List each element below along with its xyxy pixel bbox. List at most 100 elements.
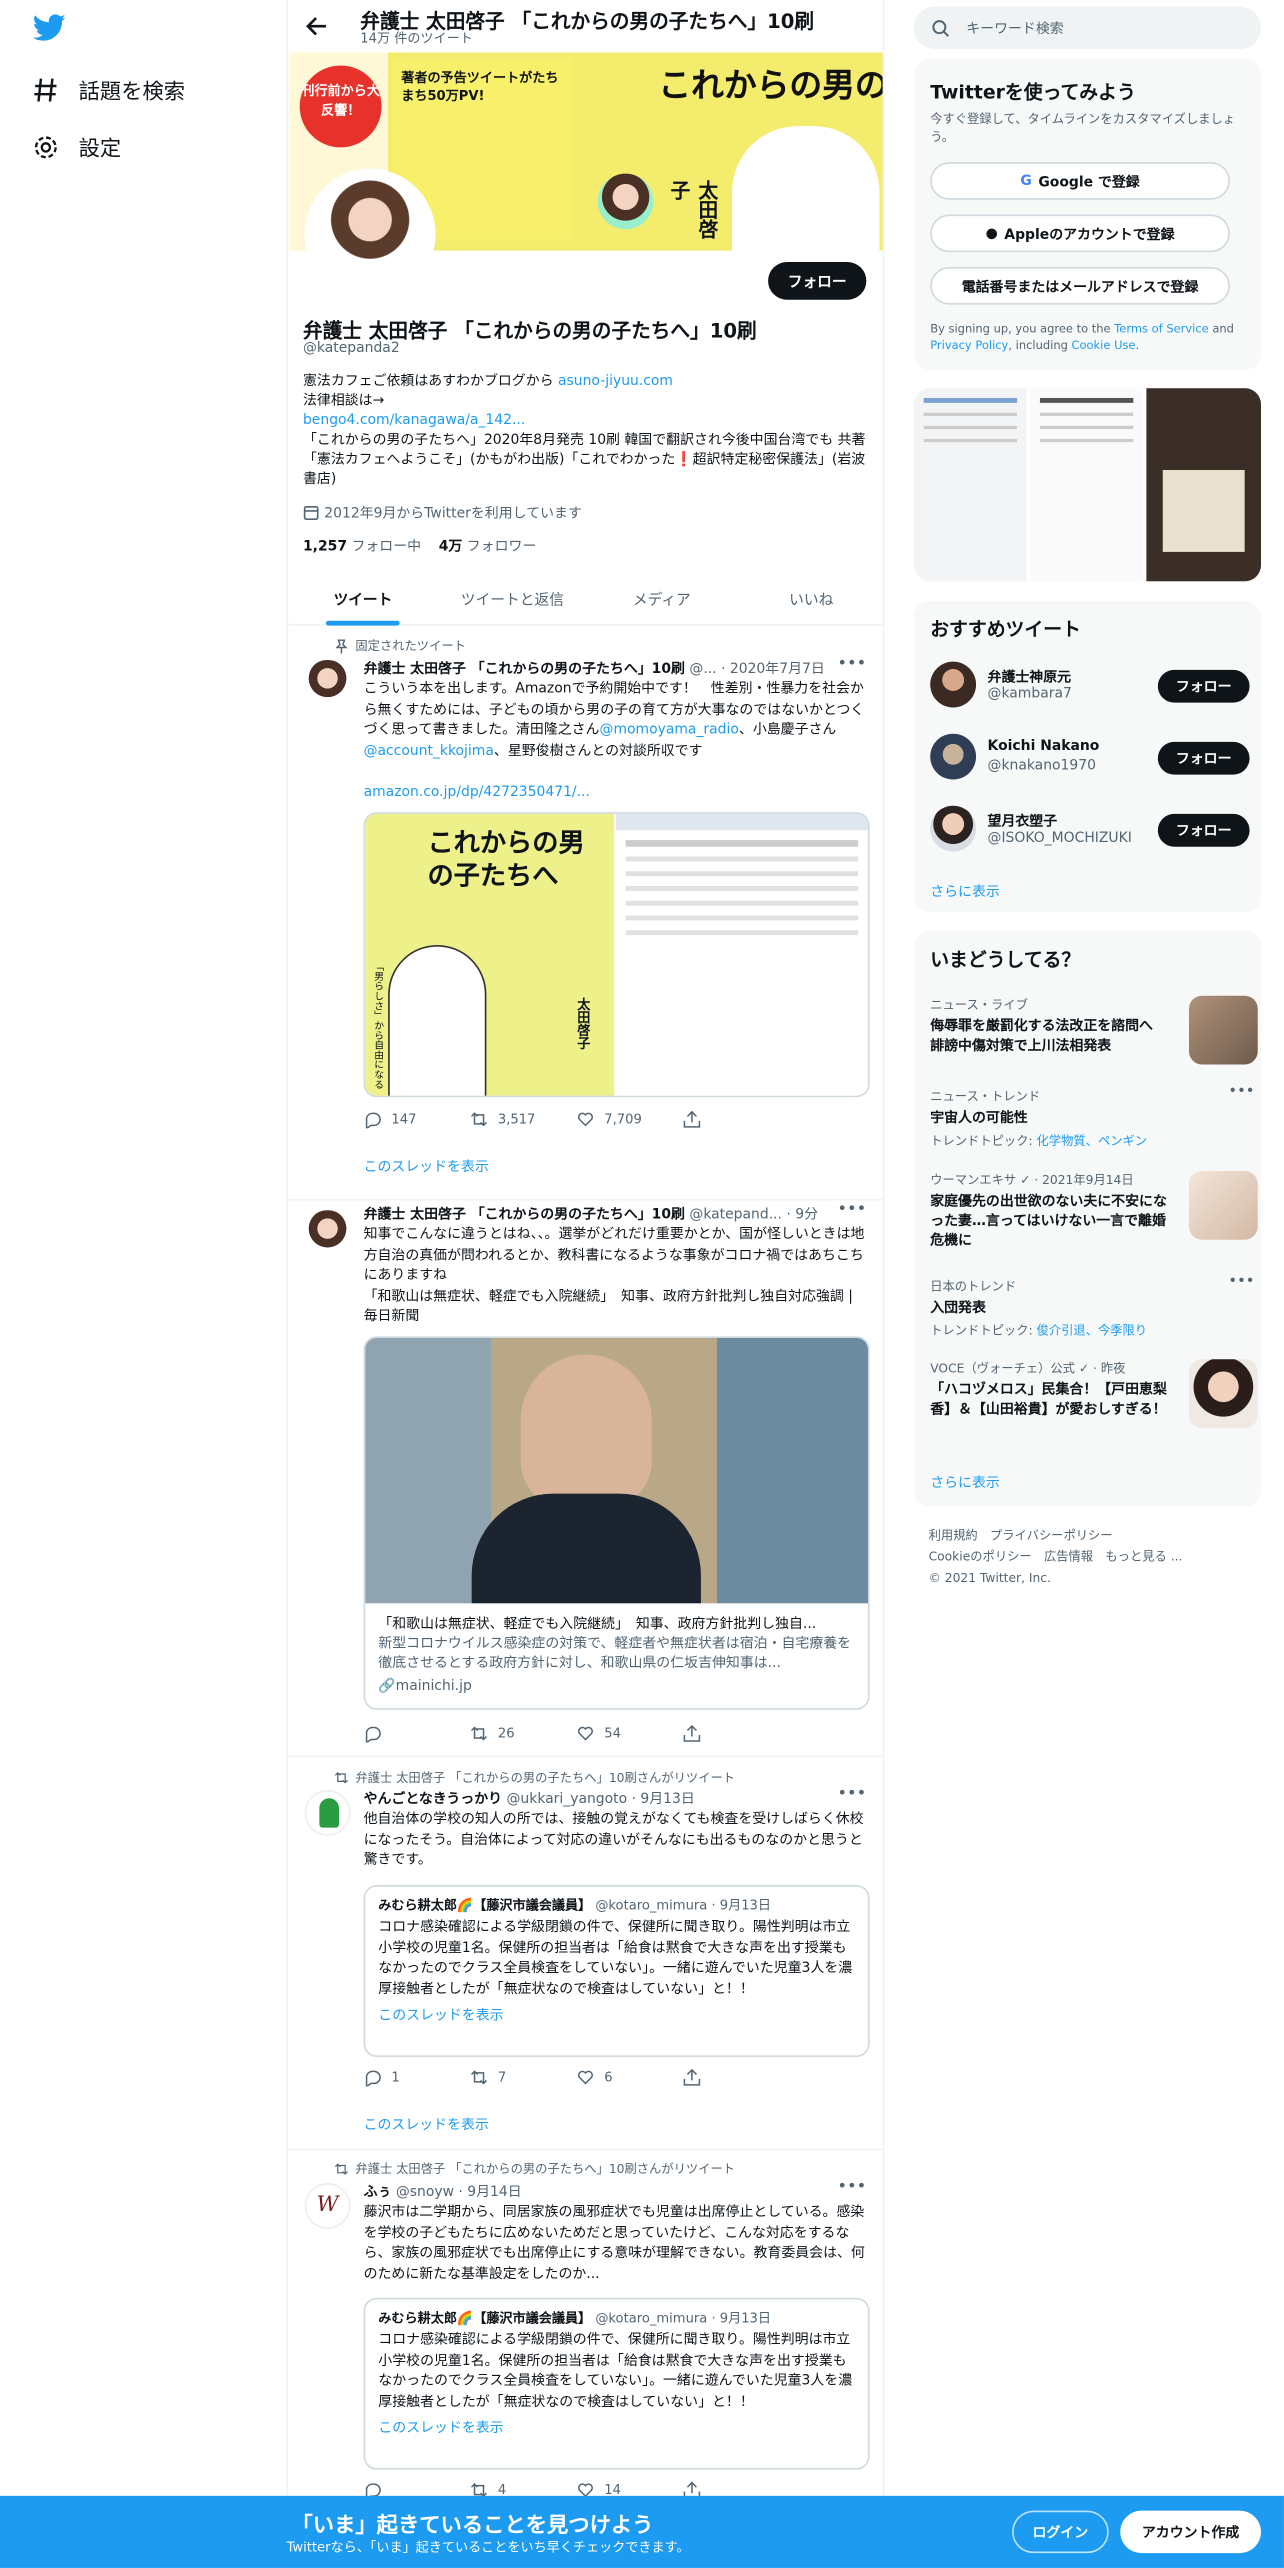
- tweet-header: やんごとなきうっかり @ukkari_yangoto · 9月13日: [364, 1788, 863, 1808]
- cookie-link[interactable]: Cookie Use: [1072, 339, 1136, 352]
- footer-links[interactable]: 利用規約 プライバシーポリシー: [929, 1525, 1257, 1546]
- trend-sub-links[interactable]: 化学物質、ペンギン: [1037, 1133, 1148, 1148]
- twitter-logo-icon[interactable]: [32, 13, 66, 42]
- nav-settings[interactable]: 設定: [33, 131, 121, 162]
- recommended-user[interactable]: 弁護士神原元 @kambara7 フォロー: [930, 657, 1250, 713]
- follow-button[interactable]: フォロー: [1157, 813, 1250, 847]
- more-options-icon[interactable]: •••: [1228, 1274, 1254, 1290]
- gallery-image-document[interactable]: [1030, 388, 1144, 582]
- quote-thread-link[interactable]: このスレッドを表示: [378, 2417, 855, 2437]
- avatar[interactable]: [930, 733, 977, 780]
- reply-button[interactable]: 1: [364, 2068, 470, 2087]
- follow-button[interactable]: フォロー: [1157, 741, 1250, 775]
- tweet-avatar[interactable]: [304, 1210, 351, 1257]
- recommended-user[interactable]: 望月衣塑子 @ISOKO_MOCHIZUKI フォロー: [930, 801, 1250, 857]
- tab-tweets-replies[interactable]: ツイートと返信: [438, 573, 587, 624]
- follow-stats: 1,257 フォロー中 4万 フォロワー: [303, 536, 537, 555]
- media-gallery[interactable]: [913, 388, 1262, 582]
- mention-link[interactable]: @momoyama_radio: [600, 722, 739, 738]
- quote-thread-link[interactable]: このスレッドを表示: [378, 2005, 855, 2024]
- trend-item[interactable]: ニュース・ライブ 侮辱罪を厳罰化する法改正を諮問へ 誹謗中傷対策で上川法相発表: [930, 995, 1258, 1068]
- phone-signup-button[interactable]: 電話番号またはメールアドレスで登録: [930, 266, 1230, 305]
- footer-links[interactable]: Cookieのポリシー 広告情報 もっと見る ...: [929, 1546, 1257, 1567]
- tweet-avatar[interactable]: [304, 1790, 351, 1836]
- tweet-author[interactable]: 弁護士 太田啓子 「これからの男の子たちへ」10刷: [364, 1207, 685, 1223]
- gallery-image-document[interactable]: [913, 388, 1027, 582]
- profile-avatar[interactable]: [304, 168, 436, 300]
- tweet-avatar[interactable]: [304, 659, 351, 706]
- search-box[interactable]: キーワード検索: [913, 6, 1262, 50]
- reply-count: 147: [391, 1111, 417, 1127]
- tab-tweets[interactable]: ツイート: [288, 573, 437, 626]
- nav-explore[interactable]: 話題を検索: [33, 74, 185, 105]
- tweet-retweeted[interactable]: 弁護士 太田啓子 「これからの男の子たちへ」10刷さんがリツイート W ふぅ @…: [288, 2150, 882, 2500]
- trend-item[interactable]: ニュース・トレンド 宇宙人の可能性 トレンドトピック: 化学物質、ペンギン ••…: [930, 1084, 1258, 1153]
- trend-item[interactable]: VOCE（ヴォーチェ）公式 ✓ · 昨夜 「ハコヅメロス」民集合！【戸田恵梨香】…: [930, 1359, 1258, 1444]
- trend-item[interactable]: ウーマンエキサ ✓ · 2021年9月14日 家庭優先の出世欲のない夫に不安にな…: [930, 1170, 1258, 1256]
- signup-terms: By signing up, you agree to the Terms of…: [930, 321, 1251, 354]
- bio-link-2[interactable]: bengo4.com/kanagawa/a_142...: [303, 413, 525, 429]
- tweet-author[interactable]: 弁護士 太田啓子 「これからの男の子たちへ」10刷: [364, 662, 685, 678]
- user-handle: @knakano1970: [987, 758, 1097, 775]
- tweet-item[interactable]: 弁護士 太田啓子 「これからの男の子たちへ」10刷 @katepand... ·…: [288, 1200, 883, 1758]
- tab-likes[interactable]: いいね: [737, 573, 883, 624]
- trend-item[interactable]: 日本のトレンド 入団発表 トレンドトピック: 俊介引退、今季限り •••: [930, 1274, 1258, 1339]
- mention-link[interactable]: @account_kkojima: [364, 743, 494, 759]
- follow-button[interactable]: フォロー: [768, 262, 867, 300]
- terms-link[interactable]: Terms of Service: [1114, 323, 1208, 336]
- tweet-text-c: 、星野俊樹さんとの対談所収です: [493, 742, 703, 760]
- tweet-pinned[interactable]: 固定されたツイート 弁護士 太田啓子 「これからの男の子たちへ」10刷 @...…: [288, 627, 883, 1201]
- share-button[interactable]: [683, 1110, 789, 1128]
- follow-button[interactable]: フォロー: [1157, 669, 1250, 703]
- retweet-button[interactable]: 26: [470, 1724, 576, 1742]
- gallery-image-shop[interactable]: [1146, 388, 1262, 582]
- reply-button[interactable]: 147: [364, 1110, 470, 1129]
- reply-button[interactable]: [364, 1724, 470, 1743]
- more-options-icon[interactable]: •••: [837, 2178, 866, 2196]
- tweet-avatar[interactable]: W: [304, 2183, 351, 2229]
- quote-tweet[interactable]: みむら耕太郎🌈【藤沢市議会議員】 @kotaro_mimura · 9月13日 …: [363, 1884, 870, 2057]
- recommended-user[interactable]: Koichi Nakano @knakano1970 フォロー: [930, 729, 1250, 785]
- share-button[interactable]: [683, 2068, 789, 2086]
- show-thread-link[interactable]: このスレッドを表示: [364, 2114, 489, 2134]
- more-options-icon[interactable]: •••: [837, 1785, 866, 1803]
- tweet-media[interactable]: これからの男の子たちへ 太田啓子 「男らしさ」から自由になる: [363, 812, 870, 1098]
- back-arrow-icon[interactable]: [305, 15, 328, 38]
- tweet-retweeted[interactable]: 弁護士 太田啓子 「これからの男の子たちへ」10刷さんがリツイート やんごとなき…: [288, 1757, 883, 2151]
- share-button[interactable]: [683, 1724, 789, 1742]
- tweet-author[interactable]: ふぅ: [364, 2185, 392, 2201]
- more-options-icon[interactable]: •••: [837, 655, 866, 673]
- banner-headline: これからの男の子たちへ: [658, 65, 882, 105]
- show-more-link[interactable]: さらに表示: [930, 881, 1000, 900]
- like-button[interactable]: 6: [576, 2068, 682, 2086]
- followers-count: 4万: [438, 538, 463, 556]
- link-card[interactable]: 「和歌山は無症状、軽症でも入院継続」 知事、政府方針批判し独自... 新型コロナ…: [363, 1336, 870, 1710]
- show-more-link[interactable]: さらに表示: [930, 1472, 1000, 1492]
- signup-button[interactable]: アカウント作成: [1120, 2510, 1262, 2554]
- more-options-icon[interactable]: •••: [1228, 1084, 1254, 1100]
- trend-sub-links[interactable]: 俊介引退、今季限り: [1037, 1323, 1148, 1338]
- like-button[interactable]: 7,709: [576, 1110, 682, 1128]
- retweet-button[interactable]: 3,517: [470, 1110, 576, 1128]
- tweet-author[interactable]: やんごとなきうっかり: [364, 1792, 503, 1808]
- apple-signup-button[interactable]: ● Appleのアカウントで登録: [930, 214, 1230, 253]
- tab-media[interactable]: メディア: [587, 573, 736, 624]
- quote-tweet[interactable]: みむら耕太郎🌈【藤沢市議会議員】 @kotaro_mimura · 9月13日 …: [363, 2297, 870, 2470]
- avatar[interactable]: [930, 661, 977, 708]
- login-button[interactable]: ログイン: [1012, 2510, 1109, 2554]
- bio-link-1[interactable]: asuno-jiyuu.com: [558, 373, 673, 389]
- tweet-url-link[interactable]: amazon.co.jp/dp/4272350471/...: [364, 784, 590, 800]
- like-button[interactable]: 54: [576, 1724, 682, 1742]
- privacy-link[interactable]: Privacy Policy: [930, 339, 1008, 352]
- more-options-icon[interactable]: •••: [837, 1200, 866, 1218]
- show-thread-link[interactable]: このスレッドを表示: [364, 1156, 489, 1175]
- followers-link[interactable]: 4万 フォロワー: [439, 539, 537, 555]
- profile-handle: @katepanda2: [302, 340, 400, 358]
- following-link[interactable]: 1,257 フォロー中: [303, 539, 421, 555]
- avatar[interactable]: [930, 805, 977, 852]
- google-signup-button[interactable]: G Google で登録: [930, 162, 1230, 200]
- retweet-button[interactable]: 7: [470, 2068, 576, 2086]
- like-count: 6: [604, 2070, 613, 2085]
- quote-meta: @kotaro_mimura · 9月13日: [595, 1898, 771, 1913]
- pin-icon: [335, 639, 348, 654]
